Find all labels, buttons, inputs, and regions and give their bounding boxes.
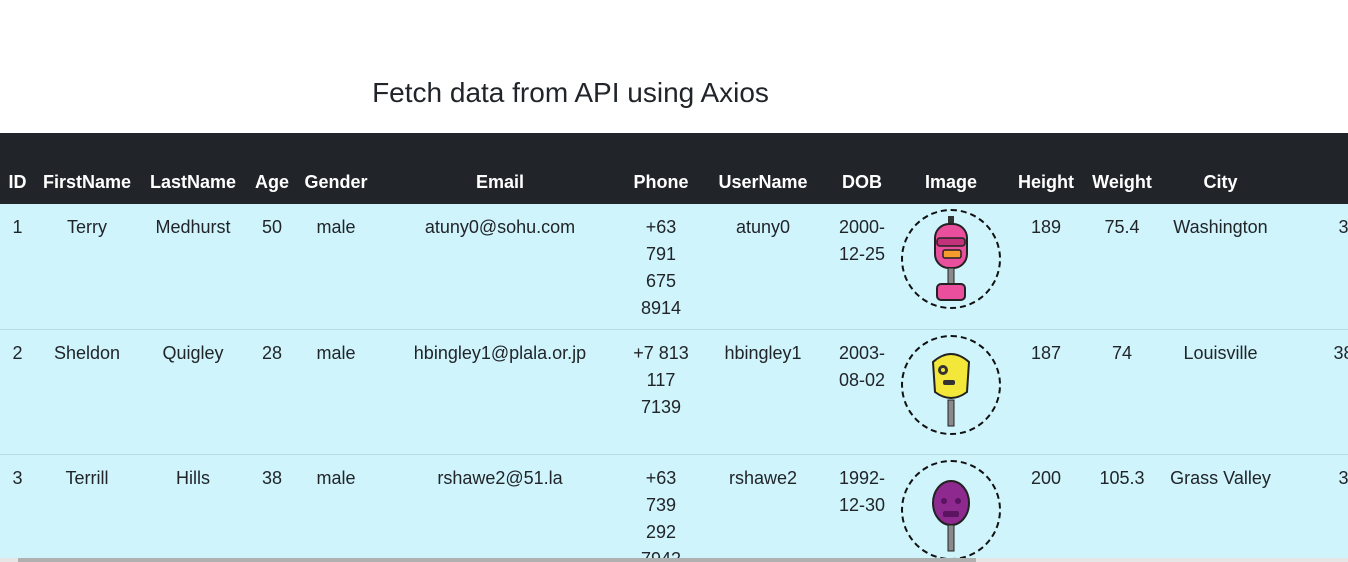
purple-robot-avatar <box>901 459 1001 560</box>
column-header-email: Email <box>475 172 525 192</box>
column-header-username: UserName <box>718 172 808 192</box>
table-row: 1 Terry Medhurst 50 male atuny0@sohu.com… <box>0 204 1348 329</box>
cell-age: 50 <box>261 217 283 237</box>
cell-firstname: Terry <box>67 217 107 237</box>
cell-age: 38 <box>261 467 283 488</box>
column-header-overflow <box>1282 133 1348 204</box>
pink-robot-icon <box>934 216 968 301</box>
column-header-age: Age <box>254 172 289 192</box>
cell-overflow: 38.1 <box>1333 342 1348 363</box>
cell-phone: +63 791 675 8914 <box>640 217 682 318</box>
cell-username: hbingley1 <box>724 342 802 363</box>
cell-phone: +63 739 292 7942 <box>640 467 682 562</box>
yellow-robot-avatar <box>901 334 1001 435</box>
purple-robot-icon <box>932 479 970 551</box>
cell-gender: male <box>316 342 356 363</box>
cell-city: Grass Valley <box>1170 467 1271 488</box>
horizontal-scrollbar[interactable] <box>0 558 1348 562</box>
cell-lastname: Hills <box>176 467 210 488</box>
column-header-height: Height <box>1018 172 1074 192</box>
users-table-container: ID FirstName LastName Age Gender Email P… <box>0 133 1348 562</box>
table-row: 2 Sheldon Quigley 28 male hbingley1@plal… <box>0 329 1348 454</box>
cell-dob: 2000-12-25 <box>838 217 886 264</box>
pink-robot-avatar <box>901 209 1001 309</box>
cell-username: atuny0 <box>735 217 791 237</box>
cell-weight: 105.3 <box>1099 467 1145 488</box>
cell-gender: male <box>316 217 356 237</box>
cell-dob: 1992-12-30 <box>838 467 886 515</box>
column-header-city: City <box>1203 172 1238 192</box>
cell-dob: 2003-08-02 <box>838 342 886 390</box>
cell-overflow: 39. <box>1338 467 1348 488</box>
cell-city: Louisville <box>1183 342 1258 363</box>
page-title: Fetch data from API using Axios <box>372 77 769 108</box>
column-header-dob: DOB <box>842 172 882 192</box>
horizontal-scrollbar-thumb[interactable] <box>18 558 976 562</box>
column-header-id: ID <box>8 172 27 192</box>
cell-age: 28 <box>261 342 283 363</box>
cell-username: rshawe2 <box>728 467 798 488</box>
table-header-row: ID FirstName LastName Age Gender Email P… <box>0 133 1348 204</box>
table-row: 3 Terrill Hills 38 male rshawe2@51.la +6… <box>0 454 1348 562</box>
column-header-gender: Gender <box>304 172 368 192</box>
cell-height: 189 <box>1030 217 1062 237</box>
column-header-weight: Weight <box>1092 172 1152 192</box>
cell-weight: 74 <box>1111 342 1133 363</box>
cell-firstname: Sheldon <box>53 342 121 363</box>
column-header-lastname: LastName <box>149 172 237 192</box>
cell-height: 187 <box>1030 342 1062 363</box>
cell-image <box>895 329 1007 454</box>
column-header-firstname: FirstName <box>42 172 132 192</box>
cell-lastname: Quigley <box>162 342 224 363</box>
cell-lastname: Medhurst <box>155 217 231 237</box>
cell-id: 1 <box>12 217 23 237</box>
cell-gender: male <box>316 467 356 488</box>
yellow-robot-icon <box>931 352 971 426</box>
cell-phone: +7 813 117 7139 <box>633 342 689 417</box>
column-header-image: Image <box>924 172 978 192</box>
cell-city: Washington <box>1173 217 1268 237</box>
cell-image <box>895 204 1007 329</box>
users-table: ID FirstName LastName Age Gender Email P… <box>0 133 1348 562</box>
cell-email: hbingley1@plala.or.jp <box>413 342 587 363</box>
cell-weight: 75.4 <box>1104 217 1140 237</box>
cell-email: rshawe2@51.la <box>437 467 563 488</box>
cell-image <box>895 454 1007 562</box>
cell-height: 200 <box>1030 467 1062 488</box>
cell-overflow: 38. <box>1338 217 1348 237</box>
cell-id: 3 <box>12 467 23 488</box>
cell-firstname: Terrill <box>65 467 109 488</box>
cell-email: atuny0@sohu.com <box>424 217 576 237</box>
cell-id: 2 <box>12 342 23 363</box>
column-header-phone: Phone <box>633 172 689 192</box>
